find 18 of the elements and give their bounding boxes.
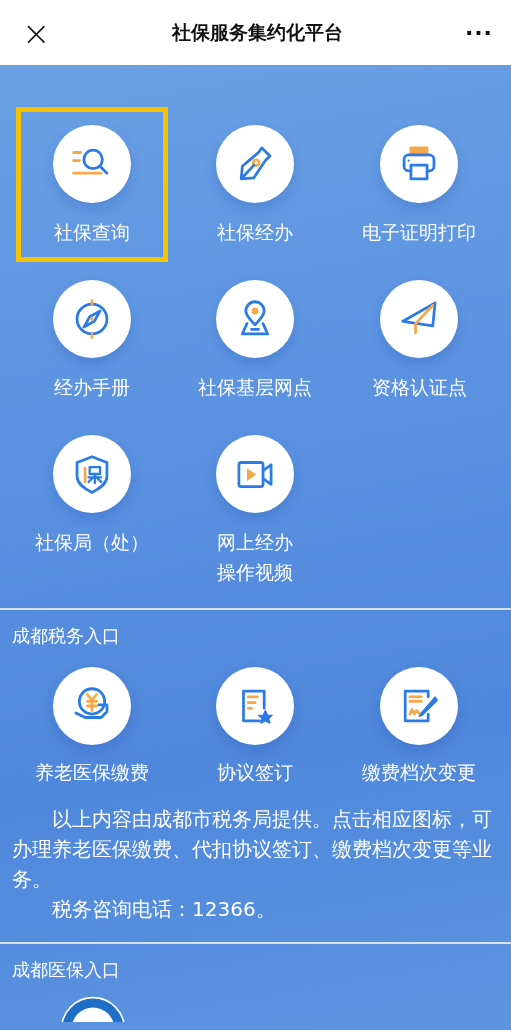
more-button[interactable]: ··· [460,20,497,45]
highlighted-service-tile[interactable]: 社保查询 [15,107,168,262]
service-tile[interactable]: 社保经办 [179,107,332,262]
service-tile[interactable]: 电子证明打印 [343,107,496,262]
service-tile[interactable]: 社保局（处） [15,417,168,600]
service-tile[interactable]: 养老医保缴费 [15,658,168,792]
close-button[interactable]: × [18,15,55,50]
service-tile[interactable]: 经办手册 [15,262,168,417]
section-title: 成都医保入口 [11,958,121,982]
info-paragraph: 以上内容由成都市税务局提供。点击相应图标，可办理养老医保缴费、代扣协议签订、缴费档次变更等业务。 [11,806,493,893]
page-title: 社保服务集约化平台 [172,19,344,45]
section-title: 成都税务入口 [11,624,121,648]
service-tile[interactable]: 缴费档次变更 [343,658,496,792]
service-tile[interactable]: 资格认证点 [343,262,496,417]
info-paragraph: 税务咨询电话：12366。 [51,896,277,923]
service-tile[interactable]: 社保基层网点 [179,262,332,417]
service-tile[interactable]: 网上经办操作视频 [179,417,332,600]
service-tile[interactable]: 协议签订 [179,658,332,792]
